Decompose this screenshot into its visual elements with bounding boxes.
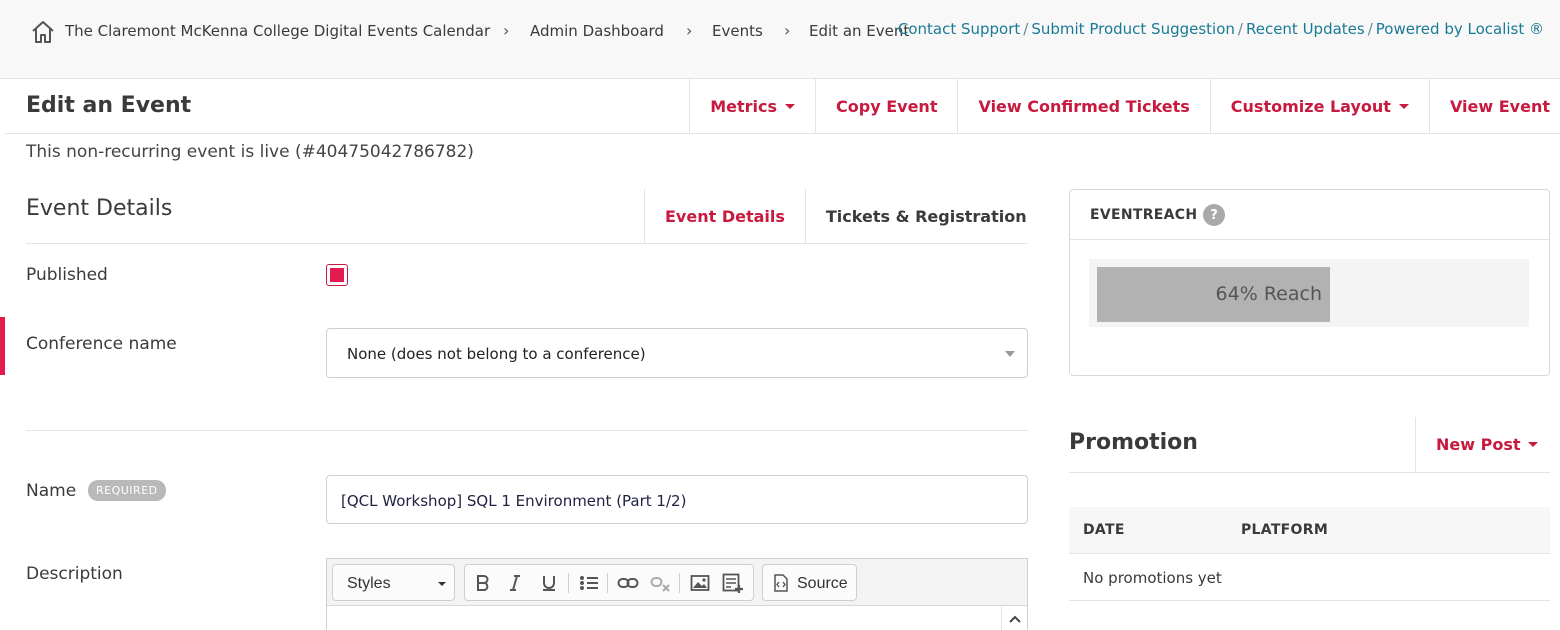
caret-down-icon [785, 103, 796, 109]
link-separator: / [1367, 20, 1373, 38]
empty-state-text: No promotions yet [1083, 569, 1222, 587]
page-actions: Metrics Copy Event View Confirmed Ticket… [689, 79, 1560, 133]
copy-event-button[interactable]: Copy Event [815, 79, 957, 133]
new-post-label: New Post [1436, 435, 1521, 454]
tab-label: Tickets & Registration [825, 207, 1027, 226]
toolbar-separator [568, 573, 569, 593]
source-button[interactable]: Source [762, 564, 857, 601]
page-header: Edit an Event Metrics Copy Event View Co… [5, 79, 1560, 134]
breadcrumb-current: Edit an Event [809, 22, 910, 40]
checkbox-checked-mark [330, 268, 344, 282]
breadcrumb-events[interactable]: Events [712, 22, 763, 40]
submit-suggestion-link[interactable]: Submit Product Suggestion [1031, 20, 1235, 38]
tab-label: Event Details [665, 207, 785, 226]
required-badge: REQUIRED [88, 480, 166, 501]
breadcrumb-separator: › [686, 21, 693, 40]
top-links: Contact Support / Submit Product Suggestio… [898, 20, 1544, 38]
description-label: Description [26, 564, 123, 584]
recent-updates-link[interactable]: Recent Updates [1246, 20, 1365, 38]
view-confirmed-tickets-button[interactable]: View Confirmed Tickets [957, 79, 1209, 133]
promotion-table-header: DATE PLATFORM [1069, 507, 1550, 554]
divider [1069, 472, 1550, 473]
chevron-down-icon [1005, 351, 1015, 357]
divider [26, 430, 1028, 431]
conference-select[interactable]: None (does not belong to a conference) [326, 328, 1028, 378]
description-editor[interactable]: Styles Source [326, 558, 1028, 630]
format-toolbar-group [464, 564, 754, 601]
tab-tickets-registration[interactable]: Tickets & Registration [804, 189, 1047, 244]
link-separator: / [1237, 20, 1243, 38]
styles-label: Styles [347, 575, 391, 592]
metrics-dropdown[interactable]: Metrics [689, 79, 815, 133]
promotion-empty-row: No promotions yet [1069, 554, 1550, 601]
bulleted-list-icon[interactable] [577, 571, 601, 595]
link-icon[interactable] [616, 571, 640, 595]
caret-down-icon [438, 582, 446, 586]
bold-icon[interactable] [471, 571, 495, 595]
source-label: Source [797, 575, 848, 592]
section-title: Event Details [26, 196, 173, 221]
column-header-platform[interactable]: PLATFORM [1241, 522, 1328, 538]
promotion-title: Promotion [1069, 430, 1198, 455]
top-bar: The Claremont McKenna College Digital Ev… [0, 0, 1560, 79]
column-header-date[interactable]: DATE [1083, 522, 1125, 538]
copy-event-label: Copy Event [836, 96, 938, 116]
published-label: Published [26, 265, 108, 285]
section-tabs: Event Details Tickets & Registration [644, 189, 1047, 244]
breadcrumb-separator: › [784, 21, 791, 40]
breadcrumb-separator: › [503, 21, 510, 40]
eventreach-title: EVENTREACH [1090, 207, 1198, 223]
caret-down-icon [1398, 103, 1409, 109]
name-label: Name [26, 481, 77, 501]
conference-name-label: Conference name [26, 334, 177, 354]
eventreach-header: EVENTREACH ? [1070, 190, 1549, 240]
styles-dropdown[interactable]: Styles [332, 564, 455, 601]
caret-down-icon [1528, 442, 1539, 447]
editor-toolbar: Styles Source [327, 559, 1027, 606]
insert-widget-icon[interactable] [721, 571, 745, 595]
left-accent-bar [0, 317, 5, 375]
underline-icon[interactable] [537, 571, 561, 595]
toolbar-separator [679, 573, 680, 593]
event-name-input[interactable]: [QCL Workshop] SQL 1 Environment (Part 1… [326, 475, 1028, 524]
customize-layout-dropdown[interactable]: Customize Layout [1209, 79, 1429, 133]
powered-by-localist-link[interactable]: Powered by Localist ® [1376, 20, 1544, 38]
view-event-label: View Event [1449, 96, 1550, 116]
page-title: Edit an Event [26, 93, 192, 118]
reach-progress-track: 64% Reach [1089, 259, 1529, 327]
image-icon[interactable] [688, 571, 712, 595]
breadcrumb-admin-dashboard[interactable]: Admin Dashboard [530, 22, 664, 40]
italic-icon[interactable] [503, 571, 527, 595]
reach-label: 64% Reach [1215, 283, 1322, 305]
unlink-icon[interactable] [649, 571, 673, 595]
divider [26, 243, 1028, 244]
metrics-label: Metrics [710, 96, 778, 116]
event-name-value: [QCL Workshop] SQL 1 Environment (Part 1… [341, 492, 687, 510]
contact-support-link[interactable]: Contact Support [898, 20, 1020, 38]
view-confirmed-tickets-label: View Confirmed Tickets [978, 96, 1190, 116]
source-icon [774, 574, 788, 592]
tab-event-details[interactable]: Event Details [644, 189, 805, 244]
breadcrumb-calendar[interactable]: The Claremont McKenna College Digital Ev… [65, 22, 490, 40]
scroll-up-arrow-icon[interactable] [1001, 606, 1027, 630]
home-icon[interactable] [30, 19, 56, 45]
help-icon[interactable]: ? [1203, 204, 1225, 226]
view-event-button[interactable]: View Event [1428, 79, 1560, 133]
conference-select-value: None (does not belong to a conference) [347, 345, 646, 363]
new-post-dropdown[interactable]: New Post [1415, 417, 1550, 472]
event-status: This non-recurring event is live (#40475… [26, 142, 474, 162]
eventreach-panel: EVENTREACH ? 64% Reach [1069, 189, 1550, 376]
toolbar-separator [607, 573, 608, 593]
published-checkbox[interactable] [326, 264, 348, 286]
customize-layout-label: Customize Layout [1230, 96, 1391, 116]
link-separator: / [1023, 20, 1029, 38]
reach-progress-bar: 64% Reach [1097, 267, 1330, 322]
